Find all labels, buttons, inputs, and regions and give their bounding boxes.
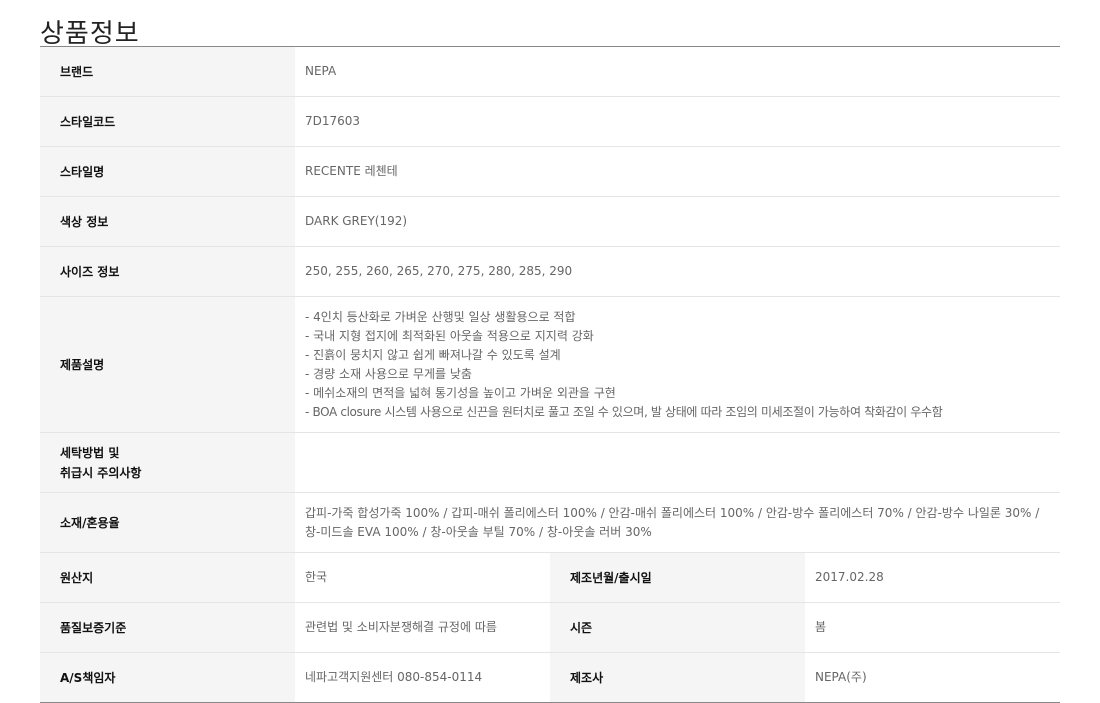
warranty-value: 관련법 및 소비자분쟁해결 규정에 따름 bbox=[295, 602, 550, 653]
table-row-care: 세탁방법 및 취급시 주의사항 bbox=[40, 432, 1061, 493]
color-value: DARK GREY(192) bbox=[295, 196, 1061, 247]
table-row-brand: 브랜드 NEPA bbox=[40, 46, 1061, 97]
season-label: 시즌 bbox=[550, 602, 805, 653]
release-value: 2017.02.28 bbox=[805, 552, 1061, 603]
style-code-value: 7D17603 bbox=[295, 96, 1061, 147]
color-label: 색상 정보 bbox=[40, 196, 295, 247]
season-value: 봄 bbox=[805, 602, 1061, 653]
description-line: - 4인치 등산화로 가벼운 산행및 일상 생활용으로 적합 bbox=[305, 309, 576, 324]
table-row-style-name: 스타일명 RECENTE 레첸테 bbox=[40, 146, 1061, 197]
description-line: - BOA closure 시스템 사용으로 신끈을 원터치로 풀고 조일 수 … bbox=[305, 404, 943, 419]
size-value: 250, 255, 260, 265, 270, 275, 280, 285, … bbox=[295, 246, 1061, 297]
as-value: 네파고객지원센터 080-854-0114 bbox=[305, 670, 483, 684]
table-row-origin-release: 원산지 한국 제조년월/출시일 2017.02.28 bbox=[40, 552, 1061, 603]
table-row-as-maker: A/S책임자 네파고객지원센터 080-854-0114 제조사 NEPA(주) bbox=[40, 652, 1060, 703]
description-line: - 국내 지형 접지에 최적화된 아웃솔 적용으로 지지력 강화 bbox=[305, 328, 594, 343]
origin-value: 한국 bbox=[295, 552, 550, 603]
table-row-material: 소재/혼용율 갑피-가죽 합성가죽 100% / 갑피-매쉬 폴리에스터 100… bbox=[40, 492, 1061, 553]
description-line: - 경량 소재 사용으로 무게를 낮춤 bbox=[305, 366, 472, 381]
table-row-style-code: 스타일코드 7D17603 bbox=[40, 96, 1061, 147]
warranty-label: 품질보증기준 bbox=[40, 602, 295, 653]
description-value: - 4인치 등산화로 가벼운 산행및 일상 생활용으로 적합 - 국내 지형 접… bbox=[295, 296, 1061, 433]
care-label-line: 취급시 주의사항 bbox=[60, 465, 142, 480]
table-row-description: 제품설명 - 4인치 등산화로 가벼운 산행및 일상 생활용으로 적합 - 국내… bbox=[40, 296, 1061, 433]
care-label-line: 세탁방법 및 bbox=[60, 445, 120, 460]
maker-label: 제조사 bbox=[550, 652, 805, 703]
brand-label: 브랜드 bbox=[40, 46, 295, 97]
origin-label: 원산지 bbox=[40, 552, 295, 603]
as-label: A/S책임자 bbox=[40, 652, 295, 703]
product-info-page: 상품정보 브랜드 NEPA 스타일코드 7D17603 스타일명 RECENTE… bbox=[0, 0, 1100, 703]
style-name-label: 스타일명 bbox=[40, 146, 295, 197]
material-label: 소재/혼용율 bbox=[40, 492, 295, 553]
care-label: 세탁방법 및 취급시 주의사항 bbox=[40, 432, 295, 493]
brand-value: NEPA bbox=[295, 46, 1061, 97]
maker-value: NEPA(주) bbox=[815, 670, 867, 684]
product-info-table: 브랜드 NEPA 스타일코드 7D17603 스타일명 RECENTE 레첸테 … bbox=[40, 46, 1061, 703]
release-label: 제조년월/출시일 bbox=[550, 552, 805, 603]
size-label: 사이즈 정보 bbox=[40, 246, 295, 297]
material-value: 갑피-가죽 합성가죽 100% / 갑피-매쉬 폴리에스터 100% / 안감-… bbox=[295, 492, 1061, 553]
care-value bbox=[295, 432, 1061, 493]
style-code-label: 스타일코드 bbox=[40, 96, 295, 147]
table-row-color: 색상 정보 DARK GREY(192) bbox=[40, 196, 1061, 247]
description-label: 제품설명 bbox=[40, 296, 295, 433]
table-row-size: 사이즈 정보 250, 255, 260, 265, 270, 275, 280… bbox=[40, 246, 1061, 297]
table-row-warranty-season: 품질보증기준 관련법 및 소비자분쟁해결 규정에 따름 시즌 봄 bbox=[40, 602, 1061, 653]
description-line: - 진흙이 뭉치지 않고 쉽게 빠져나갈 수 있도록 설계 bbox=[305, 347, 561, 362]
description-line: - 메쉬소재의 면적을 넓혀 통기성을 높이고 가벼운 외관을 구현 bbox=[305, 385, 616, 400]
style-name-value: RECENTE 레첸테 bbox=[295, 146, 1061, 197]
